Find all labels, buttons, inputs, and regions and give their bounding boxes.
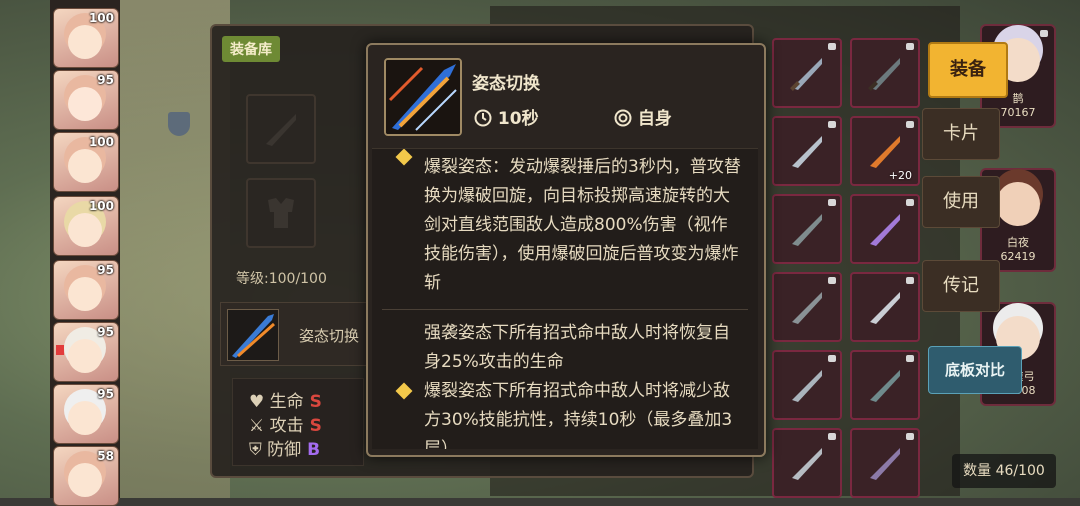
description-paragraph: 爆裂姿态：发动爆裂捶后的3秒内，普攻替换为爆破回旋，向目标投掷高速旋转的大剑对直… [424,157,741,293]
lock-icon [828,277,836,284]
sword-icon [790,58,822,91]
sword-icon [868,58,900,91]
sword-icon [870,448,900,480]
weapon-cell[interactable] [772,428,842,498]
stat-hp: ♥ 生命 S [249,392,322,412]
lock-icon [828,433,836,440]
hero-portrait[interactable]: 95 [53,70,119,130]
weapon-cell[interactable] [850,428,920,498]
lock-icon [1040,30,1048,37]
sword-icon [792,370,822,402]
sword-icon [870,292,900,324]
target-value: 自身 [637,109,672,129]
weapon-cell[interactable] [850,38,920,108]
cooldown: 10秒 [474,104,539,129]
compare-button[interactable]: 底板对比 [928,346,1022,394]
gem-bullet-icon [395,149,413,166]
hero-portrait[interactable]: 100 [53,8,119,68]
cooldown-value: 10秒 [497,109,539,129]
skill-icon [384,58,462,136]
lock-icon [906,121,914,128]
hero-level: 95 [97,263,114,277]
lock-icon [906,277,914,284]
lock-icon [828,355,836,362]
sword-icon [792,448,822,480]
power-shield-icon [168,112,190,136]
weapon-cell[interactable] [772,116,842,186]
hero-level: 58 [97,449,114,463]
sword-icon [870,214,900,246]
hero-level: 100 [88,135,114,149]
weapon-cell[interactable] [772,194,842,264]
tooltip-description: 爆裂姿态：发动爆裂捶后的3秒内，普攻替换为爆破回旋，向目标投掷高速旋转的大剑对直… [372,148,758,449]
divider [382,309,748,310]
hero-portrait[interactable]: 100 [53,132,119,192]
weapon-cell[interactable] [850,350,920,420]
sword-icon [792,214,822,246]
hero-level: 95 [97,73,114,87]
hero-level: 95 [97,387,114,401]
weapon-cell[interactable] [772,38,842,108]
sword-icon [870,370,900,402]
hero-portrait[interactable]: 95 [53,384,119,444]
lock-icon [906,199,914,206]
tooltip-title: 姿态切换 [472,74,540,94]
hero-portrait[interactable]: 100 [53,196,119,256]
armor-slot[interactable] [246,178,316,248]
target-icon [614,109,632,127]
lock-icon [828,121,836,128]
description-paragraph: 强袭姿态下所有招式命中敌人时将恢复自身25%攻击的生命 [424,323,730,372]
hero-level: 95 [97,325,114,339]
hero-portrait[interactable]: 95 [53,260,119,320]
weapon-cell[interactable]: +20 [850,116,920,186]
armor-silhouette-icon [268,198,294,228]
clock-icon [474,109,492,127]
stats-box: ♥ 生命 S ⚔ 攻击 S ⛨ 防御 B [232,378,364,466]
item-count: 数量 46/100 [952,454,1056,488]
lock-icon [906,355,914,362]
weapon-slot[interactable] [246,94,316,164]
flame-sword-icon [870,136,900,168]
legend-button[interactable]: 传记 [922,260,1000,312]
equipment-library-tab[interactable]: 装备库 [222,36,280,62]
stat-defense: ⛨ 防御 B [249,440,321,460]
weapon-cell[interactable] [772,350,842,420]
description-paragraph: 爆裂姿态下所有招式命中敌人时将减少敌方30%技能抗性，持续10秒（最多叠加3层） [424,381,733,449]
stat-attack: ⚔ 攻击 S [249,416,322,436]
weapon-cell[interactable] [850,194,920,264]
card-button[interactable]: 卡片 [922,108,1000,160]
sword-icon [792,136,822,168]
hero-level: 100 [88,11,114,25]
hero-portrait-column: 100 95 100 100 95 95 95 58 [50,0,120,506]
sword-icon [792,292,822,324]
hero-level: 100 [88,199,114,213]
target: 自身 [614,104,672,129]
weapon-cell[interactable] [772,272,842,342]
sword-silhouette-icon [266,114,296,146]
equip-button[interactable]: 装备 [928,42,1008,98]
skill-name: 姿态切换 [299,327,360,345]
lock-icon [906,43,914,50]
lock-icon [906,433,914,440]
equipment-level: 等级:100/100 [236,271,327,287]
weapon-cell[interactable] [850,272,920,342]
gem-bullet-icon [395,382,413,400]
use-button[interactable]: 使用 [922,176,1000,228]
lock-icon [828,199,836,206]
enhance-level: +20 [888,169,912,182]
hero-name: 白夜 [1007,236,1029,249]
lock-icon [828,43,836,50]
hero-portrait[interactable]: 95 [53,322,119,382]
skill-thumbnail-icon [227,309,279,361]
hero-portrait[interactable]: 58 [53,446,119,506]
